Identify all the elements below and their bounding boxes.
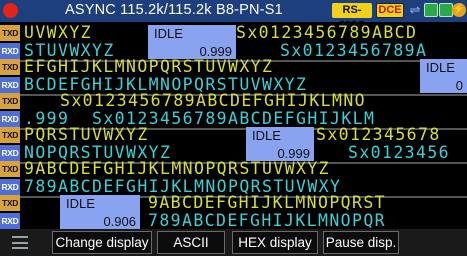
txd-data: UVWXYZ bbox=[24, 23, 93, 42]
monitor-data-area: TXD UVWXYZ Sx0123456789ABCD RXD STUVWXYZ… bbox=[0, 23, 467, 230]
rxd-label: RXD bbox=[0, 43, 20, 59]
txd-label: TXD bbox=[0, 161, 20, 177]
function-key-bar: Change display ASCII HEX display Pause d… bbox=[0, 229, 467, 256]
power-icon: ⚡ bbox=[452, 3, 466, 17]
change-display-button[interactable]: Change display bbox=[52, 231, 152, 254]
window-title: ASYNC 115.2k/115.2k B8-PN-S1 bbox=[65, 2, 283, 18]
txd-label: TXD bbox=[0, 127, 20, 143]
txd-label: TXD bbox=[0, 59, 20, 75]
rxd-label: RXD bbox=[0, 145, 20, 161]
menu-icon[interactable] bbox=[12, 236, 28, 249]
rxd-label: RXD bbox=[0, 213, 20, 229]
data-row: TXD 9ABCDEFGHIJKLMNOPQRST RXD 789ABCDEFG… bbox=[0, 194, 467, 232]
pause-display-button[interactable]: Pause disp. bbox=[323, 231, 399, 254]
card-icon bbox=[439, 3, 453, 17]
hex-display-button[interactable]: HEX display bbox=[232, 231, 318, 254]
rxd-label: RXD bbox=[0, 111, 20, 127]
txd-data: 9ABCDEFGHIJKLMNOPQRST bbox=[148, 193, 387, 212]
title-bar: ASYNC 115.2k/115.2k B8-PN-S1 RS-232C DCE… bbox=[0, 0, 467, 31]
idle-marker: IDLE 0.999 bbox=[246, 127, 314, 161]
txd-line: TXD EFGHIJKLMNOPQRSTUVWXYZ bbox=[0, 58, 467, 76]
txd-data: 9ABCDEFGHIJKLMNOPQRSTUVWXYZ bbox=[24, 159, 331, 178]
record-indicator-icon bbox=[3, 3, 18, 18]
txd-line: TXD PQRSTUVWXYZ Sx012345678 bbox=[0, 126, 467, 144]
txd-data: PQRSTUVWXYZ bbox=[24, 125, 149, 144]
rxd-label: RXD bbox=[0, 179, 20, 195]
rs232c-badge: RS-232C bbox=[332, 3, 372, 31]
storage-icon bbox=[424, 3, 438, 17]
idle-marker: IDLE 0 bbox=[420, 59, 467, 93]
usb-icon: ⇌ bbox=[409, 2, 421, 17]
rxd-label: RXD bbox=[0, 77, 20, 93]
idle-marker: IDLE 0.999 bbox=[148, 25, 236, 59]
dce-badge: DCE bbox=[376, 3, 404, 18]
txd-data: EFGHIJKLMNOPQRSTUVWXYZ bbox=[24, 57, 274, 76]
txd-data-cont: Sx012345678 bbox=[316, 125, 441, 144]
ascii-button[interactable]: ASCII bbox=[157, 231, 225, 254]
txd-label: TXD bbox=[0, 195, 20, 211]
txd-data-cont: Sx0123456789ABCD bbox=[236, 23, 418, 42]
idle-marker: IDLE 0.906 bbox=[60, 195, 140, 229]
txd-line: TXD 9ABCDEFGHIJKLMNOPQRSTUVWXYZ bbox=[0, 160, 467, 178]
txd-label: TXD bbox=[0, 25, 20, 41]
txd-label: TXD bbox=[0, 93, 20, 109]
txd-data: Sx0123456789ABCDEFGHIJKLMNO bbox=[60, 91, 367, 110]
txd-line: TXD Sx0123456789ABCDEFGHIJKLMNO bbox=[0, 92, 467, 110]
rxd-data: 789ABCDEFGHIJKLMNOPQR bbox=[148, 211, 387, 230]
